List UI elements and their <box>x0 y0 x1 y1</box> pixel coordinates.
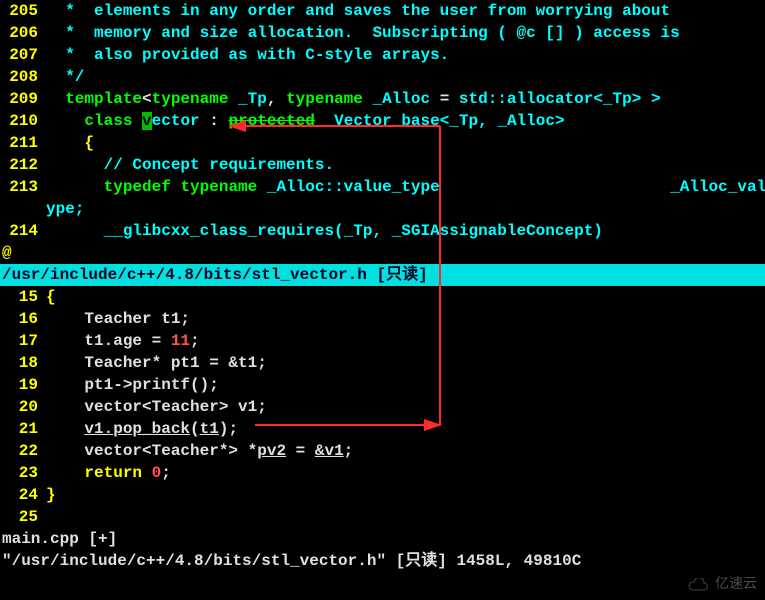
line-number: 209 <box>0 88 46 110</box>
vim-at-marker: @ <box>0 242 765 264</box>
code-line: 211 { <box>0 132 765 154</box>
code-content: { <box>46 132 765 154</box>
code-line-wrap: ype; <box>0 198 765 220</box>
code-content: t1.age = 11; <box>46 330 765 352</box>
line-number: 208 <box>0 66 46 88</box>
line-number: 18 <box>0 352 46 374</box>
code-content: return 0; <box>46 462 765 484</box>
line-number: 17 <box>0 330 46 352</box>
line-number: 213 <box>0 176 46 198</box>
code-line: 16 Teacher t1; <box>0 308 765 330</box>
wrap-content: ype; <box>46 198 765 220</box>
line-number: 15 <box>0 286 46 308</box>
watermark-text: 亿速云 <box>715 574 757 596</box>
cloud-icon <box>687 578 709 592</box>
code-line: 22 vector<Teacher*> *pv2 = &v1; <box>0 440 765 462</box>
line-number: 212 <box>0 154 46 176</box>
line-number: 207 <box>0 44 46 66</box>
vim-command-line[interactable]: "/usr/include/c++/4.8/bits/stl_vector.h"… <box>0 550 765 572</box>
code-content: v1.pop_back(t1); <box>46 418 765 440</box>
text-cursor: v <box>142 112 152 130</box>
line-number: 24 <box>0 484 46 506</box>
split-status-bottom: main.cpp [+] <box>0 528 765 550</box>
line-number: 20 <box>0 396 46 418</box>
empty-line <box>46 506 765 528</box>
comment: * memory and size allocation. Subscripti… <box>46 22 765 44</box>
code-line: 17 t1.age = 11; <box>0 330 765 352</box>
code-content: vector<Teacher> v1; <box>46 396 765 418</box>
line-number: 210 <box>0 110 46 132</box>
code-content: __glibcxx_class_requires(_Tp, _SGIAssign… <box>46 220 765 242</box>
code-line: 20 vector<Teacher> v1; <box>0 396 765 418</box>
bottom-pane[interactable]: 15 { 16 Teacher t1; 17 t1.age = 11; 18 T… <box>0 286 765 528</box>
code-line: 212 // Concept requirements. <box>0 154 765 176</box>
code-line: 208 */ <box>0 66 765 88</box>
code-content: pt1->printf(); <box>46 374 765 396</box>
code-line: 214 __glibcxx_class_requires(_Tp, _SGIAs… <box>0 220 765 242</box>
line-number: 206 <box>0 22 46 44</box>
code-line: 24 } <box>0 484 765 506</box>
code-content: typedef typename _Alloc::value_type _All… <box>46 176 765 198</box>
brace: { <box>46 286 765 308</box>
line-number: 211 <box>0 132 46 154</box>
code-line: 205 * elements in any order and saves th… <box>0 0 765 22</box>
code-content: class vector : protected _Vector_base<_T… <box>46 110 765 132</box>
code-line: 25 <box>0 506 765 528</box>
line-number-empty <box>0 198 46 220</box>
brace: } <box>46 484 765 506</box>
comment: * also provided as with C-style arrays. <box>46 44 765 66</box>
code-content: vector<Teacher*> *pv2 = &v1; <box>46 440 765 462</box>
code-line: 213 typedef typename _Alloc::value_type … <box>0 176 765 198</box>
line-number: 23 <box>0 462 46 484</box>
code-line: 207 * also provided as with C-style arra… <box>0 44 765 66</box>
watermark: 亿速云 <box>687 574 757 596</box>
code-line: 23 return 0; <box>0 462 765 484</box>
line-number: 214 <box>0 220 46 242</box>
line-number: 25 <box>0 506 46 528</box>
code-line: 19 pt1->printf(); <box>0 374 765 396</box>
split-status-top: /usr/include/c++/4.8/bits/stl_vector.h [… <box>0 264 765 286</box>
code-line: 209 template<typename _Tp, typename _All… <box>0 88 765 110</box>
code-line: 18 Teacher* pt1 = &t1; <box>0 352 765 374</box>
code-line-cursor: 210 class vector : protected _Vector_bas… <box>0 110 765 132</box>
code-content: // Concept requirements. <box>46 154 765 176</box>
code-line: 15 { <box>0 286 765 308</box>
top-pane[interactable]: 205 * elements in any order and saves th… <box>0 0 765 264</box>
comment: * elements in any order and saves the us… <box>46 0 765 22</box>
code-content: template<typename _Tp, typename _Alloc =… <box>46 88 765 110</box>
code-content: Teacher* pt1 = &t1; <box>46 352 765 374</box>
line-number: 22 <box>0 440 46 462</box>
line-number: 205 <box>0 0 46 22</box>
line-number: 16 <box>0 308 46 330</box>
comment: */ <box>46 66 765 88</box>
line-number: 21 <box>0 418 46 440</box>
line-number: 19 <box>0 374 46 396</box>
code-line: 21 v1.pop_back(t1); <box>0 418 765 440</box>
code-content: Teacher t1; <box>46 308 765 330</box>
code-line: 206 * memory and size allocation. Subscr… <box>0 22 765 44</box>
